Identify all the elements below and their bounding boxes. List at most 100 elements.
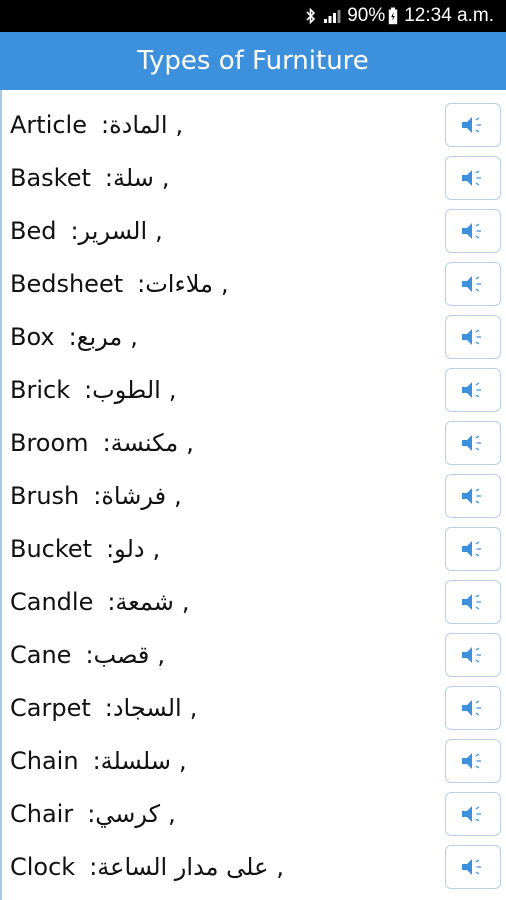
english-word: Brick xyxy=(10,376,71,404)
list-item: Brush فرشاة:, xyxy=(2,470,506,523)
separator: , xyxy=(155,217,163,245)
speak-button[interactable] xyxy=(445,315,501,359)
page-title: Types of Furniture xyxy=(137,46,369,76)
list-item: Box مربع:, xyxy=(2,311,506,364)
list-item: Brick الطوب:, xyxy=(2,364,506,417)
arabic-word: سلة: xyxy=(104,164,154,192)
separator: , xyxy=(168,800,176,828)
english-word: Bed xyxy=(10,217,57,245)
english-word: Brush xyxy=(10,482,80,510)
speaker-icon xyxy=(462,541,481,557)
word-entry: Chair كرسي:, xyxy=(10,800,176,828)
speaker-icon xyxy=(462,382,481,398)
word-entry: Box مربع:, xyxy=(10,323,138,351)
speaker-icon xyxy=(462,753,481,769)
arabic-word: ملاءات: xyxy=(137,270,213,298)
clock-time: 12:34 a.m. xyxy=(404,5,494,26)
list-item: Cane قصب:, xyxy=(2,629,506,682)
speaker-icon xyxy=(462,700,481,716)
word-entry: Clock على مدار الساعة:, xyxy=(10,853,284,881)
speaker-icon xyxy=(462,859,481,875)
bluetooth-icon xyxy=(305,7,317,25)
speak-button[interactable] xyxy=(445,368,501,412)
arabic-word: فرشاة: xyxy=(93,482,167,510)
list-item: Broom مكنسة:, xyxy=(2,417,506,470)
list-item: Bedsheet ملاءات:, xyxy=(2,258,506,311)
word-entry: Bucket دلو:, xyxy=(10,535,160,563)
word-entry: Basket سلة:, xyxy=(10,164,170,192)
separator: , xyxy=(161,164,170,192)
arabic-word: شمعة: xyxy=(107,588,174,616)
word-entry: Bed السرير:, xyxy=(10,217,163,245)
app-bar: Types of Furniture xyxy=(0,32,506,90)
speaker-icon xyxy=(462,276,481,292)
arabic-word: السرير: xyxy=(70,217,148,245)
speak-button[interactable] xyxy=(445,262,501,306)
word-entry: Chain سلسلة:, xyxy=(10,747,187,775)
word-entry: Brick الطوب:, xyxy=(10,376,176,404)
speaker-icon xyxy=(462,647,481,663)
speak-button[interactable] xyxy=(445,209,501,253)
separator: , xyxy=(189,694,198,722)
speak-button[interactable] xyxy=(445,474,501,518)
arabic-word: المادة: xyxy=(101,111,168,139)
word-entry: Brush فرشاة:, xyxy=(10,482,182,510)
word-entry: Cane قصب:, xyxy=(10,641,165,669)
speak-button[interactable] xyxy=(445,792,501,836)
speak-button[interactable] xyxy=(445,633,501,677)
list-item: Article المادة:, xyxy=(2,99,506,152)
list-item: Bed السرير:, xyxy=(2,205,506,258)
english-word: Broom xyxy=(10,429,89,457)
arabic-word: الطوب: xyxy=(84,376,161,404)
speak-button[interactable] xyxy=(445,103,501,147)
english-word: Cane xyxy=(10,641,72,669)
speak-button[interactable] xyxy=(445,845,501,889)
separator: , xyxy=(175,111,184,139)
word-entry: Article المادة:, xyxy=(10,111,183,139)
list-item: Carpet السجاد:, xyxy=(2,682,506,735)
signal-icon xyxy=(323,8,341,24)
arabic-word: سلسلة: xyxy=(92,747,171,775)
speak-button[interactable] xyxy=(445,739,501,783)
speaker-icon xyxy=(462,435,481,451)
separator: , xyxy=(174,482,182,510)
speaker-icon xyxy=(462,594,481,610)
word-entry: Carpet السجاد:, xyxy=(10,694,197,722)
arabic-word: على مدار الساعة: xyxy=(89,853,269,881)
speaker-icon xyxy=(462,488,481,504)
english-word: Basket xyxy=(10,164,91,192)
list-item: Bucket دلو:, xyxy=(2,523,506,576)
english-word: Clock xyxy=(10,853,76,881)
arabic-word: قصب: xyxy=(85,641,150,669)
word-entry: Bedsheet ملاءات:, xyxy=(10,270,229,298)
battery-percent: 90% xyxy=(347,5,386,26)
list-item: Chain سلسلة:, xyxy=(2,735,506,788)
speaker-icon xyxy=(462,806,481,822)
speak-button[interactable] xyxy=(445,580,501,624)
speak-button[interactable] xyxy=(445,686,501,730)
english-word: Bedsheet xyxy=(10,270,124,298)
battery-icon xyxy=(388,7,398,25)
separator: , xyxy=(130,323,138,351)
separator: , xyxy=(220,270,229,298)
english-word: Article xyxy=(10,111,87,139)
english-word: Chain xyxy=(10,747,79,775)
list-item: Clock على مدار الساعة:, xyxy=(2,841,506,894)
speak-button[interactable] xyxy=(445,527,501,571)
word-list[interactable]: Article المادة:, Basket سلة:, Bed السرير:, Bed… xyxy=(0,90,506,900)
english-word: Candle xyxy=(10,588,94,616)
list-item: Candle شمعة:, xyxy=(2,576,506,629)
arabic-word: مربع: xyxy=(68,323,123,351)
speaker-icon xyxy=(462,223,481,239)
speak-button[interactable] xyxy=(445,156,501,200)
status-bar: 90% 12:34 a.m. xyxy=(0,0,506,32)
speaker-icon xyxy=(462,117,481,133)
word-entry: Candle شمعة:, xyxy=(10,588,190,616)
english-word: Chair xyxy=(10,800,74,828)
list-item: Chair كرسي:, xyxy=(2,788,506,841)
arabic-word: مكنسة: xyxy=(102,429,179,457)
arabic-word: دلو: xyxy=(106,535,145,563)
speak-button[interactable] xyxy=(445,421,501,465)
speaker-icon xyxy=(462,170,481,186)
separator: , xyxy=(276,853,285,881)
